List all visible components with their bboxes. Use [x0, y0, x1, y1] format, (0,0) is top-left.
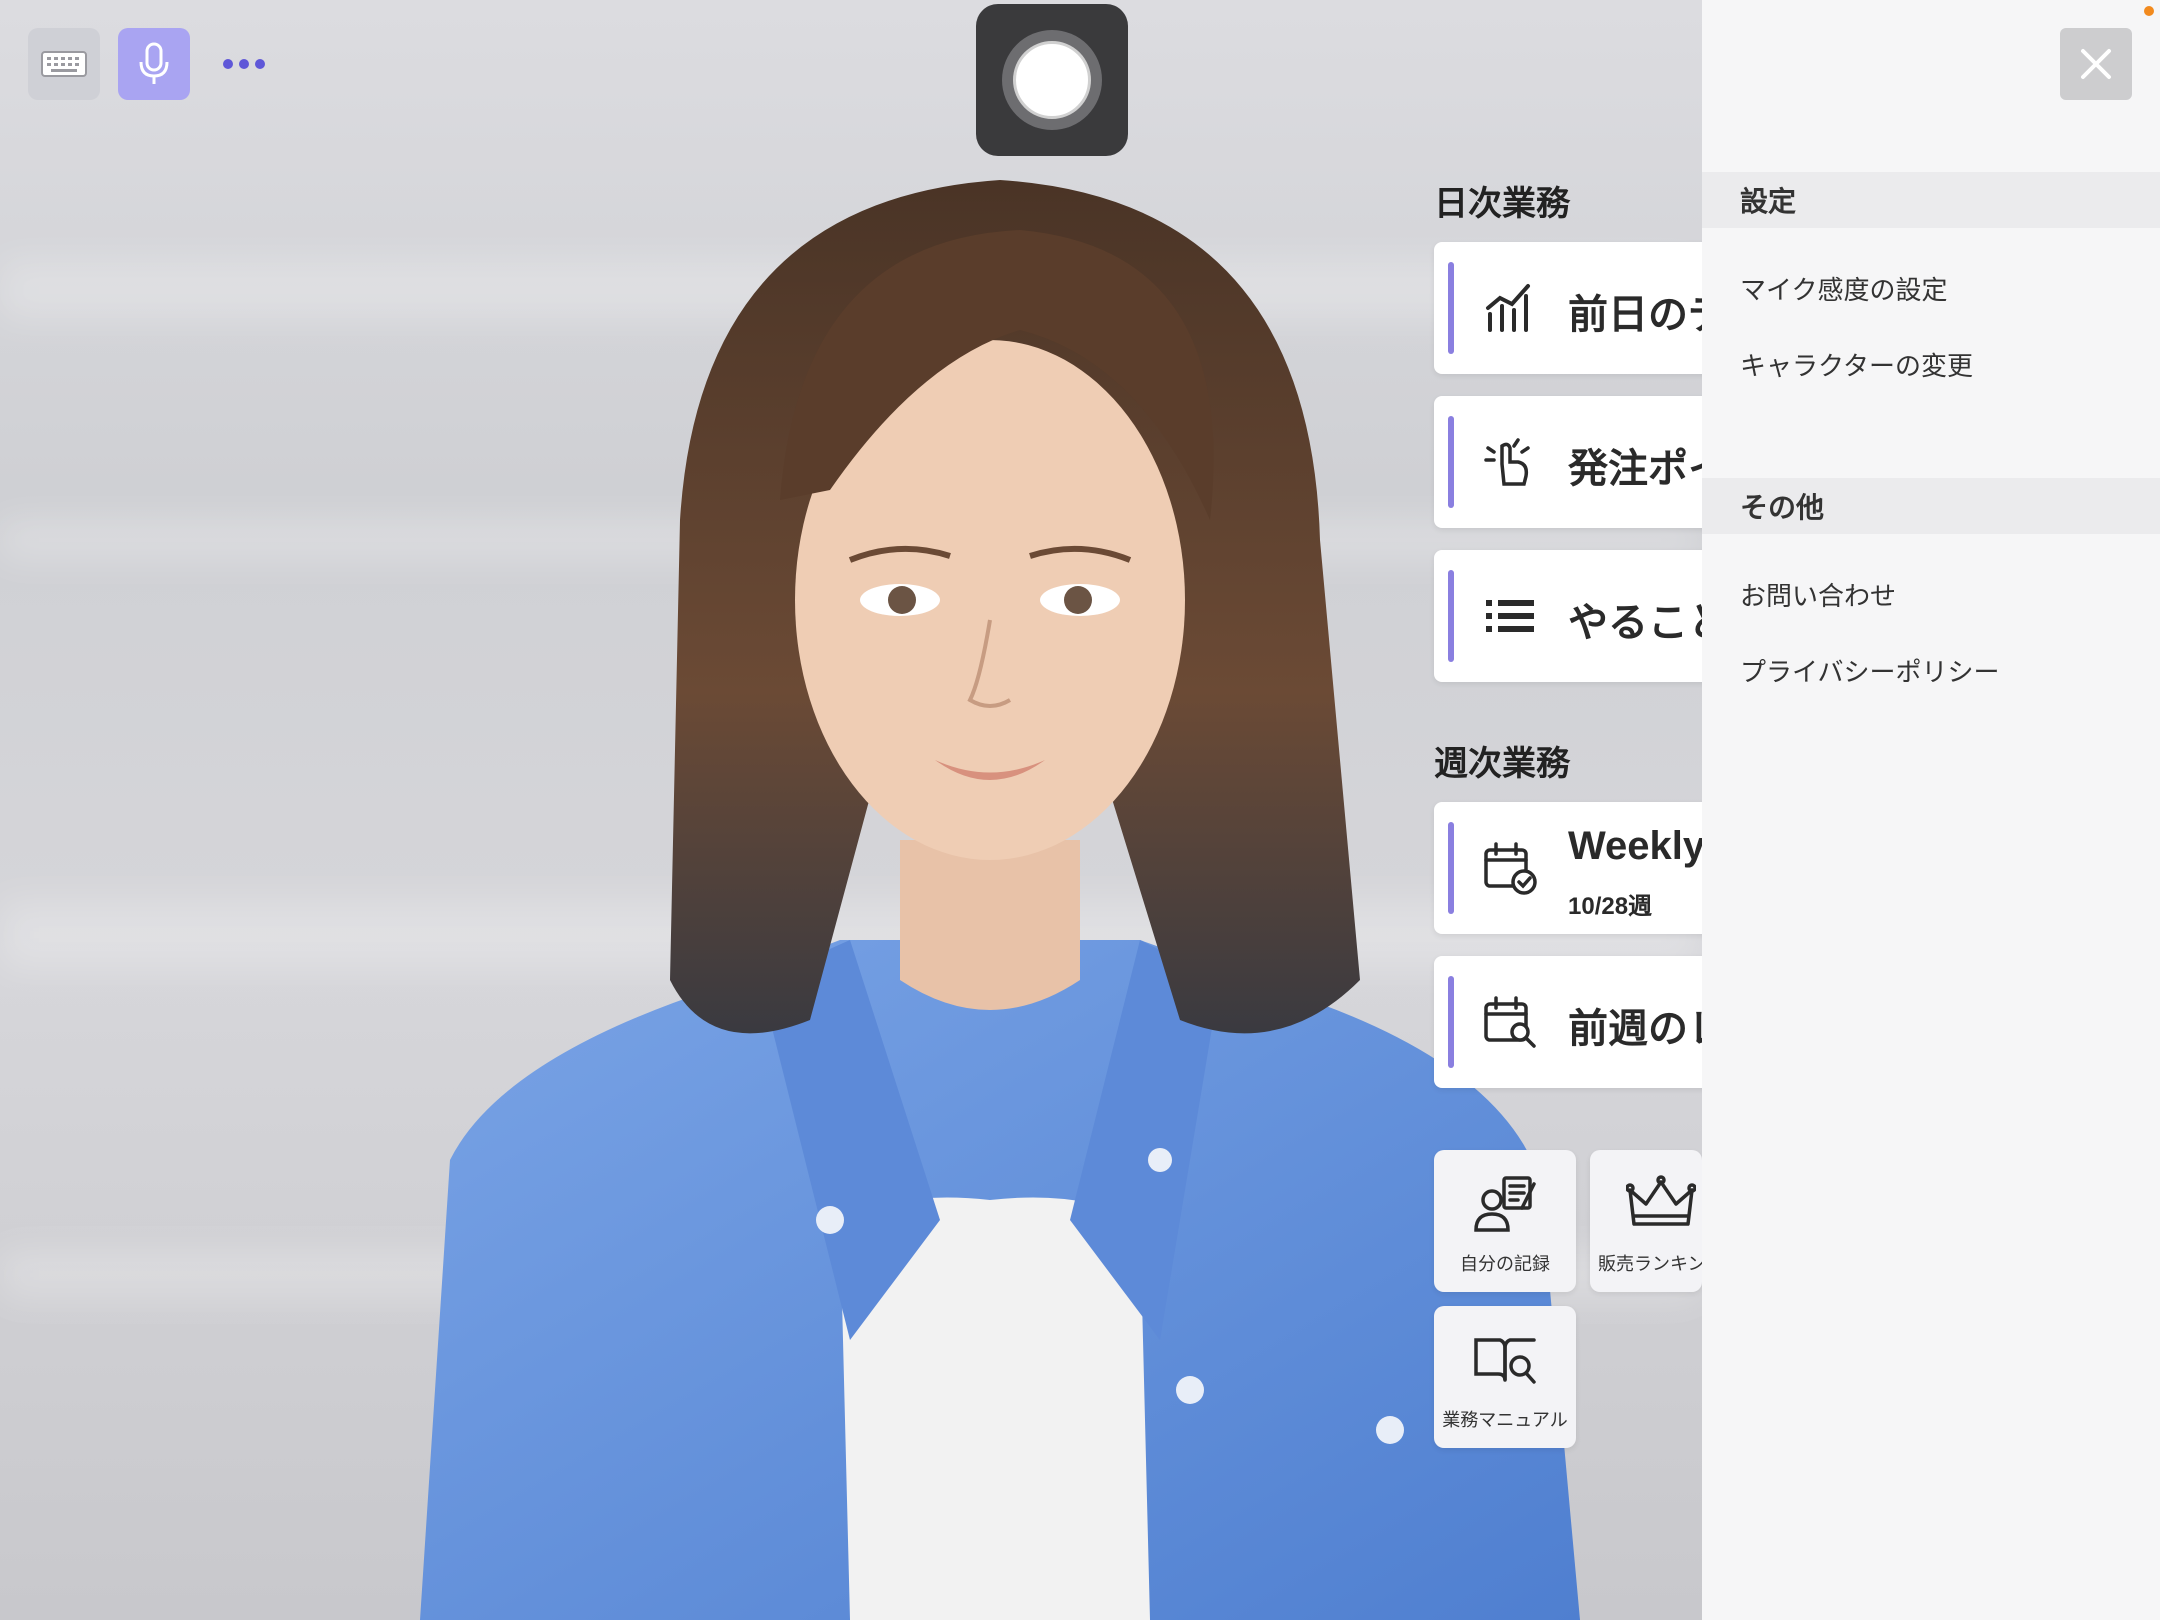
close-icon	[2081, 49, 2111, 79]
keyboard-icon	[41, 51, 87, 77]
list-icon	[1486, 600, 1534, 632]
menu-item-change-character[interactable]: キャラクターの変更	[1740, 346, 1973, 383]
accent-bar	[1448, 416, 1454, 508]
more-button[interactable]	[214, 28, 274, 100]
person-record-icon	[1474, 1176, 1536, 1232]
pointing-hand-icon	[1484, 438, 1530, 486]
microphone-button[interactable]	[118, 28, 190, 100]
avatar-character	[420, 180, 1580, 1620]
accent-bar	[1448, 262, 1454, 354]
menu-item-mic-sensitivity[interactable]: マイク感度の設定	[1740, 270, 1947, 307]
accent-bar	[1448, 976, 1454, 1068]
tile-label: 業務マニュアル	[1442, 1410, 1568, 1430]
tile-label: 自分の記録	[1460, 1254, 1550, 1274]
book-search-icon	[1474, 1338, 1536, 1384]
tile-sales-ranking[interactable]: 販売ランキン	[1590, 1150, 1702, 1292]
tile-work-manual[interactable]: 業務マニュアル	[1434, 1306, 1576, 1448]
accent-bar	[1448, 822, 1454, 914]
record-button[interactable]	[976, 4, 1128, 156]
settings-panel: 設定 マイク感度の設定 キャラクターの変更 その他 お問い合わせ プライバシーポ…	[1702, 0, 2160, 1620]
keyboard-button[interactable]	[28, 28, 100, 100]
crown-icon	[1626, 1175, 1696, 1226]
status-indicator	[2144, 6, 2154, 16]
close-button[interactable]	[2060, 28, 2132, 100]
microphone-icon	[139, 42, 169, 84]
tile-label: 販売ランキン	[1598, 1254, 1702, 1274]
daily-tasks-title: 日次業務	[1434, 185, 1570, 223]
task-sublabel: 10/28週	[1568, 893, 1653, 920]
task-label: Weekly	[1568, 824, 1706, 868]
settings-section-header: 設定	[1702, 172, 2160, 228]
menu-item-contact[interactable]: お問い合わせ	[1740, 576, 1896, 613]
calendar-search-icon	[1484, 996, 1536, 1048]
other-section-header: その他	[1702, 478, 2160, 534]
bar-chart-icon	[1486, 284, 1530, 332]
tile-my-records[interactable]: 自分の記録	[1434, 1150, 1576, 1292]
more-dots-icon	[223, 59, 265, 69]
weekly-tasks-title: 週次業務	[1434, 745, 1570, 783]
calendar-check-icon	[1484, 842, 1537, 895]
record-icon	[1002, 30, 1102, 130]
accent-bar	[1448, 570, 1454, 662]
menu-item-privacy-policy[interactable]: プライバシーポリシー	[1740, 652, 1999, 689]
